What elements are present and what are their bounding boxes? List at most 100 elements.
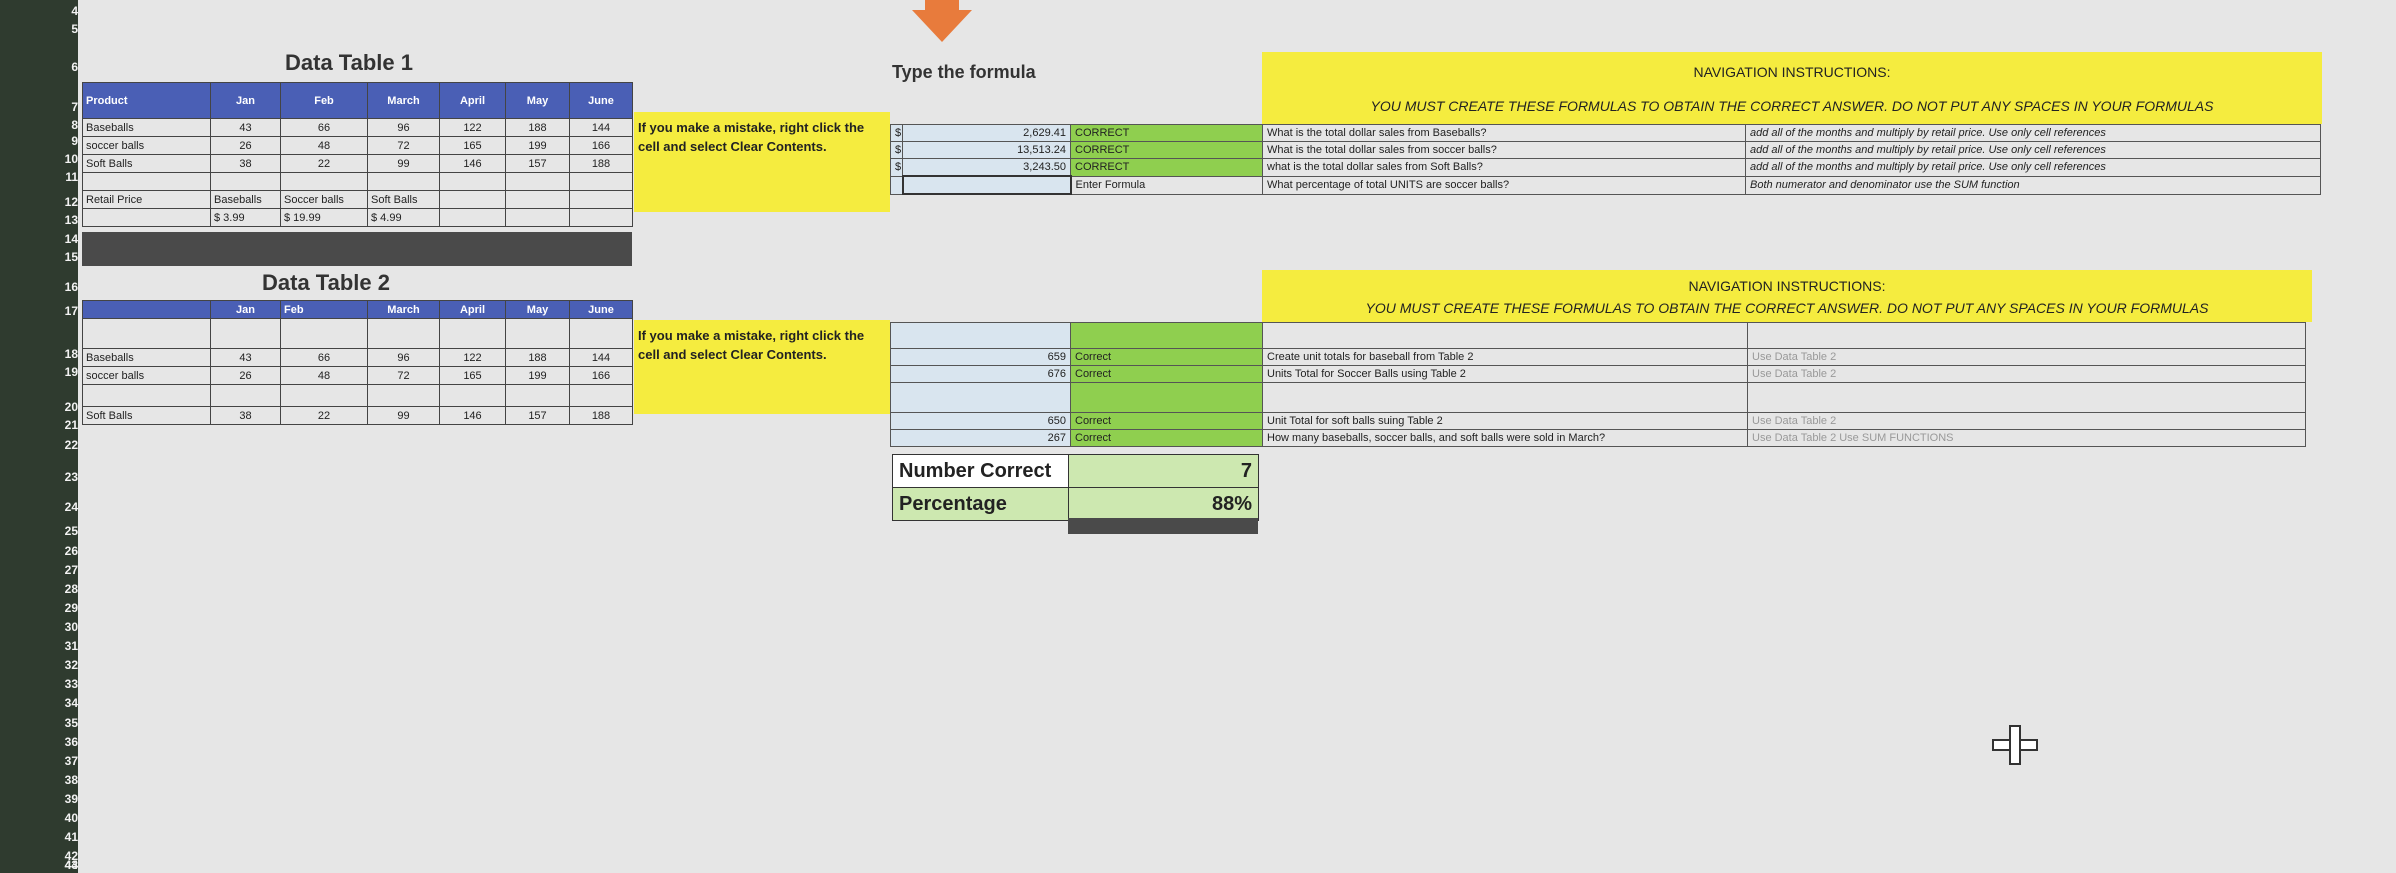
table-cell[interactable]: 72	[367, 366, 440, 385]
table-cell[interactable]	[569, 318, 633, 349]
table-cell[interactable]: 122	[439, 348, 506, 367]
table-cell[interactable]	[439, 318, 506, 349]
row-number[interactable]: 36	[52, 735, 78, 749]
row-number[interactable]: 27	[52, 563, 78, 577]
table-cell[interactable]: 199	[505, 366, 570, 385]
row-number[interactable]: 34	[52, 696, 78, 710]
row-number[interactable]: 44	[52, 858, 78, 872]
table-header[interactable]: Feb	[280, 300, 368, 319]
row-number[interactable]: 6	[52, 60, 78, 74]
table-cell[interactable]	[569, 190, 633, 209]
table-cell[interactable]: Baseballs	[82, 348, 211, 367]
row-number[interactable]: 22	[52, 438, 78, 452]
answer-input-cell[interactable]	[890, 322, 1071, 349]
row-number[interactable]: 29	[52, 601, 78, 615]
row-number[interactable]: 17	[52, 304, 78, 318]
currency-cell[interactable]: $	[890, 141, 903, 159]
table-header[interactable]: June	[569, 300, 633, 319]
answer-input-cell[interactable]	[890, 382, 1071, 413]
table-cell[interactable]	[505, 172, 570, 191]
row-number[interactable]: 16	[52, 280, 78, 294]
table-header[interactable]: April	[439, 300, 506, 319]
row-number[interactable]: 38	[52, 773, 78, 787]
row-number[interactable]: 10	[52, 152, 78, 166]
table-header[interactable]	[82, 300, 211, 319]
row-number[interactable]: 21	[52, 418, 78, 432]
row-number[interactable]: 11	[52, 170, 78, 184]
table-cell[interactable]: 157	[505, 406, 570, 425]
row-number[interactable]: 9	[52, 134, 78, 148]
table-cell[interactable]: 188	[505, 348, 570, 367]
retail-price-label[interactable]: Retail Price	[82, 190, 211, 209]
table-cell[interactable]: 96	[367, 118, 440, 137]
row-number[interactable]: 41	[52, 830, 78, 844]
currency-cell[interactable]: $	[890, 158, 903, 177]
table-cell[interactable]	[210, 384, 281, 407]
table-cell[interactable]: 165	[439, 366, 506, 385]
table-cell[interactable]	[82, 318, 211, 349]
table-cell[interactable]: 66	[280, 348, 368, 367]
table-cell[interactable]	[280, 384, 368, 407]
table-header[interactable]: Jan	[210, 300, 281, 319]
row-number[interactable]: 30	[52, 620, 78, 634]
table-cell[interactable]	[280, 318, 368, 349]
table-header[interactable]: March	[367, 300, 440, 319]
table-cell[interactable]	[569, 384, 633, 407]
table-header[interactable]: Feb	[280, 82, 368, 119]
table-cell[interactable]: 146	[439, 406, 506, 425]
table-cell[interactable]	[210, 172, 281, 191]
retail-value[interactable]: $ 3.99	[210, 208, 281, 227]
table-cell[interactable]: 26	[210, 366, 281, 385]
table-cell[interactable]: 166	[569, 136, 633, 155]
table-cell[interactable]	[569, 172, 633, 191]
row-number[interactable]: 20	[52, 400, 78, 414]
table-cell[interactable]: 165	[439, 136, 506, 155]
row-number[interactable]: 7	[52, 100, 78, 114]
table-cell[interactable]: Baseballs	[82, 118, 211, 137]
retail-name[interactable]: Baseballs	[210, 190, 281, 209]
table-header[interactable]: Product	[82, 82, 211, 119]
answer-value-cell[interactable]: 676	[890, 365, 1071, 383]
table-cell[interactable]: soccer balls	[82, 366, 211, 385]
table-header[interactable]: Jan	[210, 82, 281, 119]
answer-value-cell[interactable]: 267	[890, 429, 1071, 447]
table-cell[interactable]: 48	[280, 366, 368, 385]
table-cell[interactable]	[82, 208, 211, 227]
row-number[interactable]: 14	[52, 232, 78, 246]
row-number[interactable]: 32	[52, 658, 78, 672]
table-cell[interactable]: 38	[210, 406, 281, 425]
row-number[interactable]: 31	[52, 639, 78, 653]
row-number[interactable]: 33	[52, 677, 78, 691]
table-cell[interactable]	[505, 190, 570, 209]
table-cell[interactable]: Soft Balls	[82, 154, 211, 173]
table-header[interactable]: May	[505, 300, 570, 319]
table-cell[interactable]	[505, 318, 570, 349]
row-number[interactable]: 8	[52, 118, 78, 132]
row-number[interactable]: 12	[52, 195, 78, 209]
row-number[interactable]: 19	[52, 365, 78, 379]
row-number[interactable]: 5	[52, 22, 78, 36]
table-cell[interactable]: 96	[367, 348, 440, 367]
retail-name[interactable]: Soccer balls	[280, 190, 368, 209]
table-cell[interactable]: 199	[505, 136, 570, 155]
row-number[interactable]: 35	[52, 716, 78, 730]
table-cell[interactable]	[439, 208, 506, 227]
table-cell[interactable]: 26	[210, 136, 281, 155]
row-number[interactable]: 26	[52, 544, 78, 558]
row-number[interactable]: 15	[52, 250, 78, 264]
answer-value-cell[interactable]: 13,513.24	[902, 141, 1071, 159]
table-cell[interactable]	[367, 172, 440, 191]
table-cell[interactable]	[367, 318, 440, 349]
row-number[interactable]: 37	[52, 754, 78, 768]
table-cell[interactable]	[82, 384, 211, 407]
table-cell[interactable]: 48	[280, 136, 368, 155]
row-number[interactable]: 40	[52, 811, 78, 825]
currency-cell[interactable]	[890, 175, 903, 195]
table-header[interactable]: April	[439, 82, 506, 119]
table-cell[interactable]: 188	[569, 406, 633, 425]
table-cell[interactable]: 99	[367, 154, 440, 173]
table-cell[interactable]: 144	[569, 118, 633, 137]
row-number[interactable]: 18	[52, 347, 78, 361]
table-cell[interactable]: 66	[280, 118, 368, 137]
table-cell[interactable]: 122	[439, 118, 506, 137]
